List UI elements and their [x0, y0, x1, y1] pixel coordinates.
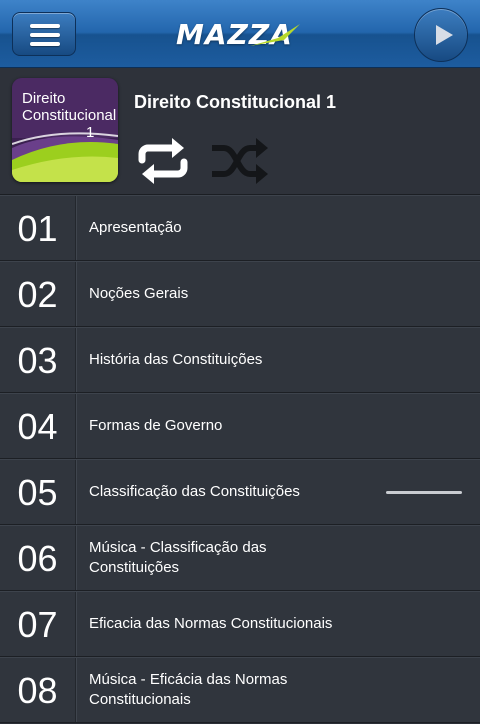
shuffle-icon [212, 138, 268, 184]
top-navigation-bar: MAZZA [0, 0, 480, 68]
track-title: Apresentação [89, 219, 182, 236]
track-list: 01 Apresentação 02 Noções Gerais 03 Hist… [0, 195, 480, 723]
track-title: História das Constituições [89, 351, 263, 368]
logo-swoosh-icon [250, 24, 300, 46]
track-title: Noções Gerais [89, 285, 189, 302]
track-number: 02 [0, 262, 76, 326]
track-row[interactable]: 01 Apresentação [0, 195, 480, 261]
track-title: Música - Eficácia das Normas Constitucio… [89, 671, 288, 708]
track-number: 07 [0, 592, 76, 656]
track-row[interactable]: 02 Noções Gerais [0, 261, 480, 327]
cover-line: Constitucional [22, 107, 117, 124]
track-number: 05 [0, 460, 76, 524]
play-icon [436, 25, 453, 45]
track-number: 08 [0, 658, 76, 722]
album-cover[interactable]: Direito Constitucional 1 [12, 78, 118, 182]
repeat-button[interactable] [134, 136, 192, 186]
track-title: Classificação das Constituições [89, 483, 300, 500]
menu-button[interactable] [12, 12, 76, 56]
track-title: Formas de Governo [89, 417, 223, 434]
track-title: Eficacia das Normas Constitucionais [89, 615, 333, 632]
shuffle-button[interactable] [210, 136, 270, 186]
track-row-current[interactable]: 05 Classificação das Constituições [0, 459, 480, 525]
track-row[interactable]: 04 Formas de Governo [0, 393, 480, 459]
track-number: 01 [0, 196, 76, 260]
track-row[interactable]: 08 Música - Eficácia das Normas Constitu… [0, 657, 480, 723]
track-number: 04 [0, 394, 76, 458]
repeat-icon [138, 138, 188, 184]
track-progress-indicator [386, 491, 462, 494]
cover-line: Direito [22, 90, 66, 107]
cover-title: Direito Constitucional 1 [22, 90, 118, 141]
album-header: Direito Constitucional 1 Direito Constit… [0, 68, 480, 195]
track-number: 06 [0, 526, 76, 590]
album-title: Direito Constitucional 1 [134, 92, 337, 112]
track-title: Música - Classificação das Constituições [89, 539, 267, 576]
play-button[interactable] [414, 8, 468, 62]
track-number: 03 [0, 328, 76, 392]
cover-line: 1 [86, 124, 95, 141]
track-row[interactable]: 07 Eficacia das Normas Constitucionais [0, 591, 480, 657]
track-row[interactable]: 03 História das Constituições [0, 327, 480, 393]
track-row[interactable]: 06 Música - Classificação das Constituiç… [0, 525, 480, 591]
